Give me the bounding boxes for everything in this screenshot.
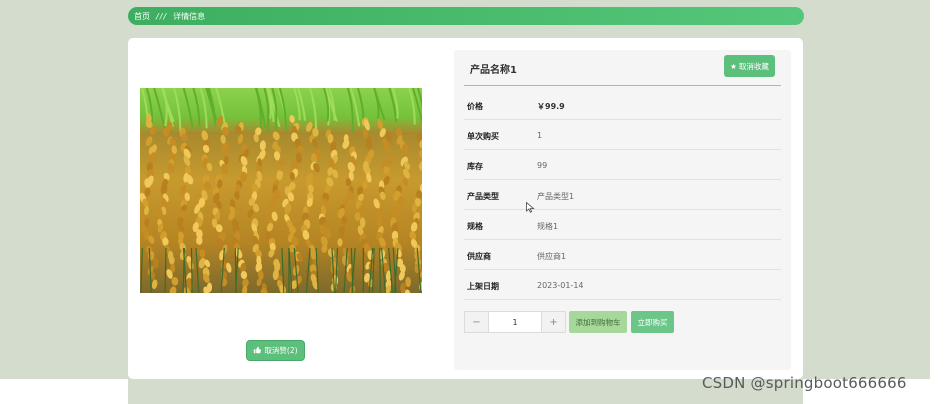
info-value: 规格1 xyxy=(537,222,559,231)
info-row-supplier: 供应商 供应商1 xyxy=(464,240,781,270)
unlike-label: 取消赞(2) xyxy=(264,346,298,355)
breadcrumb: 首页 /// 详情信息 xyxy=(128,7,804,25)
info-value: ￥99.9 xyxy=(537,102,565,111)
quantity-input[interactable] xyxy=(488,312,542,332)
info-row-type: 产品类型 产品类型1 xyxy=(464,180,781,210)
buy-now-button[interactable]: 立即购买 xyxy=(631,311,674,333)
info-label: 价格 xyxy=(467,102,483,111)
info-label: 库存 xyxy=(467,162,483,171)
unfavorite-button[interactable]: ★ 取消收藏 xyxy=(724,55,775,77)
product-image xyxy=(140,88,422,293)
add-to-cart-button[interactable]: 添加到购物车 xyxy=(569,311,627,333)
info-value: 2023-01-14 xyxy=(537,281,584,290)
mouse-cursor-icon xyxy=(526,198,535,213)
info-value: 供应商1 xyxy=(537,252,567,261)
info-label: 规格 xyxy=(467,222,483,231)
info-value: 99 xyxy=(537,161,548,170)
title-row: 产品名称1 ★ 取消收藏 xyxy=(464,54,781,86)
info-value: 产品类型1 xyxy=(537,192,575,201)
quantity-stepper: − + xyxy=(464,311,566,333)
product-title: 产品名称1 xyxy=(470,65,517,76)
info-label: 单次购买 xyxy=(467,132,499,141)
info-row-stock: 库存 99 xyxy=(464,150,781,180)
info-row-listed-date: 上架日期 2023-01-14 xyxy=(464,270,781,300)
breadcrumb-home-link[interactable]: 首页 xyxy=(134,11,150,22)
info-row-spec: 规格 规格1 xyxy=(464,210,781,240)
breadcrumb-separator: /// xyxy=(156,11,168,21)
info-row-price: 价格 ￥99.9 xyxy=(464,90,781,120)
info-label: 上架日期 xyxy=(467,282,499,291)
rice-illustration xyxy=(140,88,422,293)
info-value: 1 xyxy=(537,131,543,140)
unfavorite-label: 取消收藏 xyxy=(738,61,769,71)
info-row-single-purchase: 单次购买 1 xyxy=(464,120,781,150)
info-label: 供应商 xyxy=(467,252,491,261)
unlike-button[interactable]: 取消赞(2) xyxy=(246,340,305,361)
star-icon: ★ xyxy=(730,61,737,71)
right-margin xyxy=(930,0,952,404)
thumbs-up-icon xyxy=(253,346,262,356)
breadcrumb-current: 详情信息 xyxy=(173,11,206,21)
watermark: CSDN @springboot666666 xyxy=(702,374,907,392)
increase-button[interactable]: + xyxy=(542,312,565,332)
info-label: 产品类型 xyxy=(467,192,499,201)
decrease-button[interactable]: − xyxy=(465,312,488,332)
